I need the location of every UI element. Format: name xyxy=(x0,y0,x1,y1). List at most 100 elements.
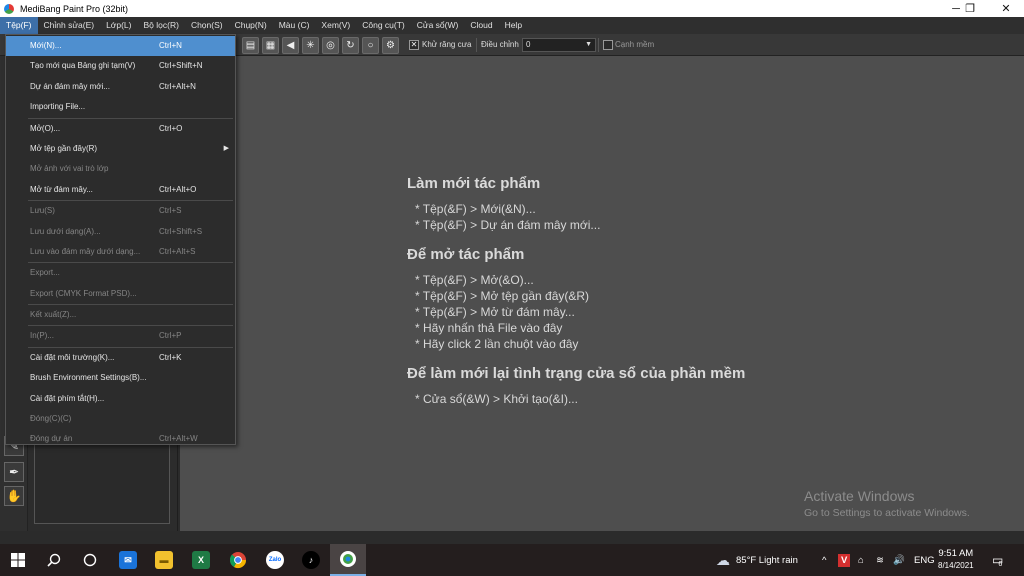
task-view-icon[interactable] xyxy=(72,544,108,576)
menu-item[interactable]: Xem(V) xyxy=(315,17,356,34)
menu-item[interactable]: Chọn(S) xyxy=(185,17,229,34)
file-menu-item[interactable]: Tạo mới qua Bảng ghi tạm(V) Ctrl+Shift+N xyxy=(6,56,235,76)
menu-item[interactable]: Help xyxy=(499,17,528,34)
file-menu-item-shortcut: Ctrl+N xyxy=(159,41,182,50)
adjust-select[interactable]: 0 ▼ xyxy=(522,38,596,52)
instruction-line: * Tệp(&F) > Mở(&O)... xyxy=(415,273,534,287)
file-menu-item[interactable]: Mở tệp gần đây(R) ▶ xyxy=(6,139,235,159)
chevron-down-icon: ▼ xyxy=(585,41,592,48)
file-menu-item: Lưu dưới dạng(A)... Ctrl+Shift+S xyxy=(6,222,235,242)
language-indicator[interactable]: ENG xyxy=(914,544,935,576)
file-menu-item: Mở ảnh với vai trò lớp xyxy=(6,159,235,179)
excel-icon[interactable]: X xyxy=(183,544,219,576)
file-menu-item: Export (CMYK Format PSD)... xyxy=(6,284,235,304)
instruction-line: * Cửa sổ(&W) > Khởi tạo(&I)... xyxy=(415,392,578,406)
file-menu-item-label: Lưu(S) xyxy=(30,206,55,216)
file-menu-item[interactable]: Dự án đám mây mới... Ctrl+Alt+N xyxy=(6,77,235,97)
menu-item[interactable]: Công cụ(T) xyxy=(356,17,411,34)
file-menu-item-label: Lưu vào đám mây dưới dạng... xyxy=(30,246,141,256)
cloud-rain-icon: ☁ xyxy=(716,551,730,568)
file-menu-item-label: Export... xyxy=(30,268,60,278)
vietkey-icon[interactable]: V xyxy=(838,544,851,576)
tiktok-icon[interactable]: ♪ xyxy=(293,544,329,576)
notification-icon[interactable]: ▭ 6 xyxy=(992,544,1003,576)
file-menu-item-label: Đóng(C)(C) xyxy=(30,414,72,424)
instruction-line: * Tệp(&F) > Mở từ đám mây... xyxy=(415,305,575,319)
gear-icon[interactable]: ⚙ xyxy=(382,37,399,54)
file-menu-item-label: Lưu dưới dạng(A)... xyxy=(30,226,101,236)
tray-chevron-icon[interactable]: ^ xyxy=(822,544,826,576)
file-menu-item-label: Dự án đám mây mới... xyxy=(30,81,110,91)
submenu-arrow-icon: ▶ xyxy=(223,144,229,152)
menu-item[interactable]: Cloud xyxy=(464,17,498,34)
radial-lines-icon[interactable]: ✳ xyxy=(302,37,319,54)
file-menu-item-label: Importing File... xyxy=(30,102,86,112)
file-menu-item-label: Mở từ đám mây... xyxy=(30,184,93,194)
close-button[interactable]: ✕ xyxy=(988,0,1024,17)
clock-date: 8/14/2021 xyxy=(938,561,974,570)
menu-item[interactable]: Lớp(L) xyxy=(100,17,137,34)
eyedropper-icon[interactable]: ✒ xyxy=(4,462,24,482)
weather-text: 85°F Light rain xyxy=(736,554,798,566)
search-icon[interactable] xyxy=(36,544,72,576)
file-explorer-icon[interactable]: ▬ xyxy=(146,544,182,576)
clock-time: 9:51 AM xyxy=(938,548,974,559)
windows-start-icon[interactable] xyxy=(0,544,36,576)
file-menu-item: In(P)... Ctrl+P xyxy=(6,326,235,346)
file-menu-item[interactable]: Cài đặt môi trường(K)... Ctrl+K xyxy=(6,348,235,368)
file-menu-item: Lưu(S) Ctrl+S xyxy=(6,201,235,221)
file-menu-item-label: Export (CMYK Format PSD)... xyxy=(30,288,137,298)
chrome-icon[interactable] xyxy=(220,544,256,576)
wifi-icon[interactable]: ≋ xyxy=(876,544,884,576)
menu-item[interactable]: Chụp(N) xyxy=(229,17,273,34)
hand-icon[interactable]: ✋ xyxy=(4,486,24,506)
file-menu-dropdown: Mới(N)... Ctrl+N Tạo mới qua Bảng ghi tạm(… xyxy=(5,34,236,445)
circle-icon[interactable]: ○ xyxy=(362,37,379,54)
clock[interactable]: 9:51 AM 8/14/2021 xyxy=(938,544,974,576)
file-menu-item[interactable]: Mới(N)... Ctrl+N xyxy=(6,36,235,57)
concentric-circle-icon[interactable]: ◎ xyxy=(322,37,339,54)
canvas-area[interactable]: Làm mới tác phẩm * Tệp(&F) > Mới(&N)... *… xyxy=(180,56,1024,531)
menu-item[interactable]: Màu (C) xyxy=(273,17,316,34)
antialias-checkbox[interactable]: ✕ xyxy=(409,40,419,50)
zalo-icon[interactable]: Zalo xyxy=(257,544,293,576)
file-menu-item-shortcut: Ctrl+Alt+S xyxy=(159,246,196,256)
soft-edge-checkbox[interactable] xyxy=(603,40,613,50)
file-menu-item-label: Mở(O)... xyxy=(30,123,61,133)
volume-icon[interactable]: 🔊 xyxy=(893,544,905,576)
file-menu-item-label: Kết xuất(Z)... xyxy=(30,310,77,320)
welcome-instructions: Làm mới tác phẩm * Tệp(&F) > Mới(&N)... *… xyxy=(407,175,745,420)
file-menu-item[interactable]: Mở(O)... Ctrl+O xyxy=(6,119,235,139)
instruction-line: * Hãy click 2 lần chuột vào đây xyxy=(415,337,579,351)
file-menu-item[interactable]: Importing File... xyxy=(6,97,235,117)
left-arrow-icon[interactable]: ◀ xyxy=(282,37,299,54)
grid-pattern-icon[interactable]: ▦ xyxy=(262,37,279,54)
file-menu-item-shortcut: Ctrl+Shift+N xyxy=(159,61,203,71)
menu-item[interactable]: Chỉnh sửa(E) xyxy=(38,17,101,34)
toolbar-divider xyxy=(598,38,599,52)
medibang-taskbar-icon[interactable] xyxy=(330,544,366,576)
file-menu-item-label: Brush Environment Settings(B)... xyxy=(30,373,147,383)
instruction-line: * Tệp(&F) > Dự án đám mây mới... xyxy=(415,218,601,232)
file-menu-item[interactable]: Cài đặt phím tắt(H)... xyxy=(6,389,235,409)
new-work-heading: Làm mới tác phẩm xyxy=(407,175,541,192)
reset-window-heading: Để làm mới lại tình trạng cửa sổ của phầ… xyxy=(407,365,746,382)
file-menu-item[interactable]: Mở từ đám mây... Ctrl+Alt+O xyxy=(6,180,235,200)
file-menu-item[interactable]: Brush Environment Settings(B)... xyxy=(6,368,235,388)
file-menu-item-label: Mở tệp gần đây(R) xyxy=(30,143,98,153)
menu-item[interactable]: Cửa sổ(W) xyxy=(411,17,465,34)
file-menu-item-label: Mới(N)... xyxy=(30,41,62,50)
network-icon[interactable]: ⌂ xyxy=(858,544,864,576)
curve-icon[interactable]: ↻ xyxy=(342,37,359,54)
file-menu-item-shortcut: Ctrl+Alt+W xyxy=(159,434,198,444)
instruction-line: * Tệp(&F) > Mới(&N)... xyxy=(415,202,536,216)
weather-widget[interactable]: ☁ 85°F Light rain xyxy=(716,544,798,576)
maximize-button[interactable]: ❐ xyxy=(952,0,988,17)
file-menu-item: Đóng(C)(C) xyxy=(6,409,235,429)
menu-item[interactable]: Bộ lọc(R) xyxy=(138,17,185,34)
file-menu-item-shortcut: Ctrl+Alt+N xyxy=(159,81,196,91)
mail-icon[interactable]: ✉ xyxy=(110,544,146,576)
file-menu-item-label: Cài đặt phím tắt(H)... xyxy=(30,393,105,403)
menu-item[interactable]: Tệp(F) xyxy=(0,17,38,34)
hatch-pattern-icon[interactable]: ▤ xyxy=(242,37,259,54)
